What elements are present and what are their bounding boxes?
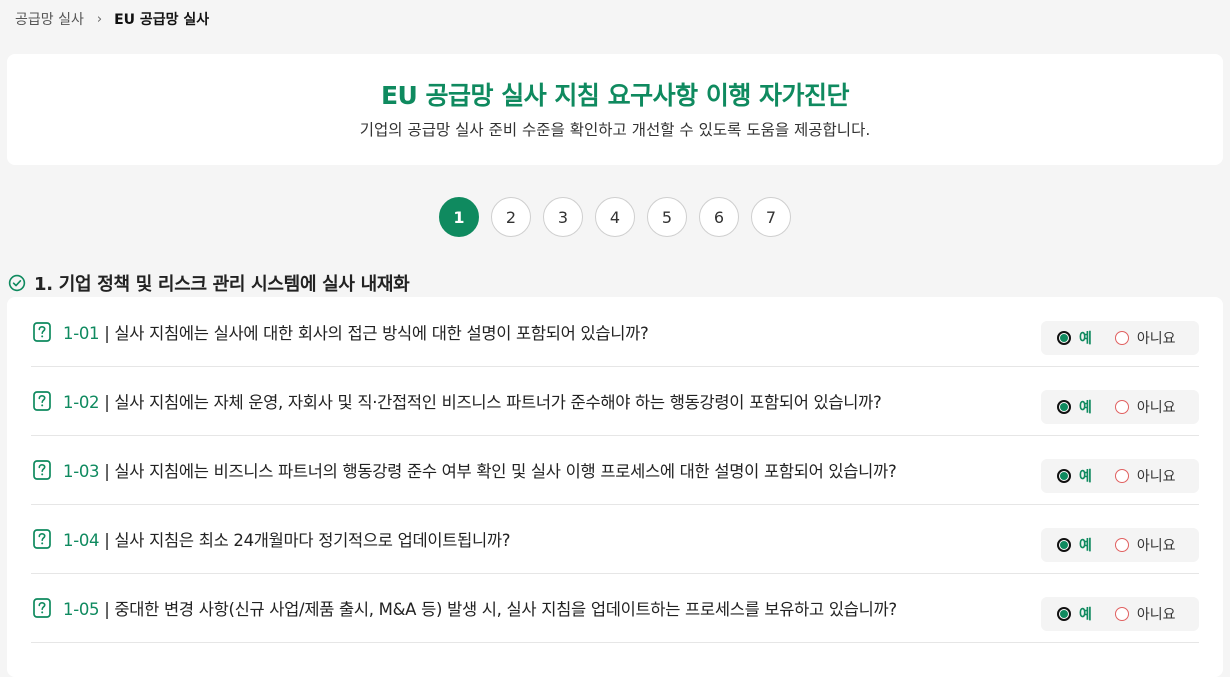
answer-radio-group: 예 아니요 (1041, 528, 1199, 562)
radio-yes[interactable] (1057, 400, 1071, 414)
answer-yes-option[interactable]: 예 (1057, 328, 1092, 348)
answer-yes-label: 예 (1079, 538, 1092, 554)
question-separator: | (99, 462, 115, 481)
radio-no[interactable] (1114, 400, 1129, 414)
chevron-right-icon: › (96, 11, 103, 27)
answer-no-option[interactable]: 아니요 (1114, 604, 1176, 624)
answer-yes-label: 예 (1079, 469, 1092, 485)
answer-no-label: 아니요 (1136, 607, 1176, 623)
question-list: 1-01 | 실사 지침에는 실사에 대한 회사의 접근 방식에 대한 설명이 … (7, 297, 1223, 677)
radio-no[interactable] (1114, 607, 1129, 621)
answer-yes-option[interactable]: 예 (1057, 535, 1092, 555)
question-label: 실사 지침에는 자체 운영, 자회사 및 직·간접적인 비즈니스 파트너가 준수… (114, 393, 882, 412)
question-row: 1-01 | 실사 지침에는 실사에 대한 회사의 접근 방식에 대한 설명이 … (31, 297, 1199, 367)
answer-no-label: 아니요 (1136, 469, 1176, 485)
question-document-icon (33, 460, 51, 480)
question-document-icon (33, 529, 51, 549)
step-button-1[interactable]: 1 (439, 197, 479, 237)
radio-no[interactable] (1114, 331, 1129, 345)
answer-yes-option[interactable]: 예 (1057, 466, 1092, 486)
answer-yes-label: 예 (1079, 400, 1092, 416)
radio-yes[interactable] (1057, 538, 1071, 552)
step-button-4[interactable]: 4 (595, 197, 635, 237)
breadcrumb-parent-link[interactable]: 공급망 실사 (15, 9, 84, 29)
question-label: 중대한 변경 사항(신규 사업/제품 출시, M&A 등) 발생 시, 실사 지… (114, 600, 897, 619)
radio-no[interactable] (1114, 538, 1129, 552)
step-button-2[interactable]: 2 (491, 197, 531, 237)
radio-yes[interactable] (1057, 331, 1071, 345)
question-document-icon (33, 391, 51, 411)
section-title: 1. 기업 정책 및 리스크 관리 시스템에 실사 내재화 (34, 274, 410, 295)
question-label: 실사 지침에는 비즈니스 파트너의 행동강령 준수 여부 확인 및 실사 이행 … (114, 462, 897, 481)
answer-radio-group: 예 아니요 (1041, 390, 1199, 424)
question-separator: | (99, 324, 115, 343)
page-subtitle: 기업의 공급망 실사 준비 수준을 확인하고 개선할 수 있도록 도움을 제공합… (359, 121, 871, 139)
answer-no-option[interactable]: 아니요 (1114, 535, 1176, 555)
radio-yes[interactable] (1057, 469, 1071, 483)
question-text: 1-01 | 실사 지침에는 실사에 대한 회사의 접근 방식에 대한 설명이 … (63, 320, 649, 344)
answer-yes-option[interactable]: 예 (1057, 604, 1092, 624)
step-button-6[interactable]: 6 (699, 197, 739, 237)
question-separator: | (99, 393, 115, 412)
question-row: 1-04 | 실사 지침은 최소 24개월마다 정기적으로 업데이트됩니까? 예 아… (31, 504, 1199, 574)
radio-no[interactable] (1114, 469, 1129, 483)
breadcrumb-current: EU 공급망 실사 (114, 12, 210, 28)
answer-radio-group: 예 아니요 (1041, 321, 1199, 355)
answer-no-option[interactable]: 아니요 (1114, 397, 1176, 417)
question-code: 1-02 (63, 393, 100, 412)
question-document-icon (33, 322, 51, 342)
question-label: 실사 지침에는 실사에 대한 회사의 접근 방식에 대한 설명이 포함되어 있습… (114, 324, 649, 343)
answer-no-label: 아니요 (1136, 331, 1176, 347)
question-row: 1-05 | 중대한 변경 사항(신규 사업/제품 출시, M&A 등) 발생 … (31, 573, 1199, 643)
check-circle-icon (8, 274, 26, 292)
answer-no-option[interactable]: 아니요 (1114, 466, 1176, 486)
radio-yes[interactable] (1057, 607, 1071, 621)
answer-yes-label: 예 (1079, 607, 1092, 623)
question-row: 1-03 | 실사 지침에는 비즈니스 파트너의 행동강령 준수 여부 확인 및… (31, 435, 1199, 505)
question-code: 1-05 (63, 600, 100, 619)
question-text: 1-02 | 실사 지침에는 자체 운영, 자회사 및 직·간접적인 비즈니스 … (63, 389, 882, 413)
question-text: 1-05 | 중대한 변경 사항(신규 사업/제품 출시, M&A 등) 발생 … (63, 596, 897, 620)
question-document-icon (33, 598, 51, 618)
step-button-5[interactable]: 5 (647, 197, 687, 237)
answer-no-label: 아니요 (1136, 400, 1176, 416)
answer-radio-group: 예 아니요 (1041, 459, 1199, 493)
breadcrumb: 공급망 실사 › EU 공급망 실사 (15, 9, 209, 29)
answer-yes-label: 예 (1079, 331, 1092, 347)
question-separator: | (99, 531, 115, 550)
question-separator: | (99, 600, 115, 619)
hero-card: EU 공급망 실사 지침 요구사항 이행 자가진단 기업의 공급망 실사 준비 … (7, 54, 1223, 165)
answer-no-label: 아니요 (1136, 538, 1176, 554)
answer-yes-option[interactable]: 예 (1057, 397, 1092, 417)
step-navigator: 1234567 (0, 197, 1230, 237)
question-text: 1-04 | 실사 지침은 최소 24개월마다 정기적으로 업데이트됩니까? (63, 527, 511, 551)
answer-radio-group: 예 아니요 (1041, 597, 1199, 631)
question-row: 1-02 | 실사 지침에는 자체 운영, 자회사 및 직·간접적인 비즈니스 … (31, 366, 1199, 436)
section-header: 1. 기업 정책 및 리스크 관리 시스템에 실사 내재화 (8, 271, 410, 295)
question-code: 1-04 (63, 531, 100, 550)
question-label: 실사 지침은 최소 24개월마다 정기적으로 업데이트됩니까? (114, 531, 511, 550)
step-button-7[interactable]: 7 (751, 197, 791, 237)
answer-no-option[interactable]: 아니요 (1114, 328, 1176, 348)
step-button-3[interactable]: 3 (543, 197, 583, 237)
question-text: 1-03 | 실사 지침에는 비즈니스 파트너의 행동강령 준수 여부 확인 및… (63, 458, 897, 482)
page-title: EU 공급망 실사 지침 요구사항 이행 자가진단 (380, 81, 850, 110)
question-code: 1-03 (63, 462, 100, 481)
question-code: 1-01 (63, 324, 100, 343)
